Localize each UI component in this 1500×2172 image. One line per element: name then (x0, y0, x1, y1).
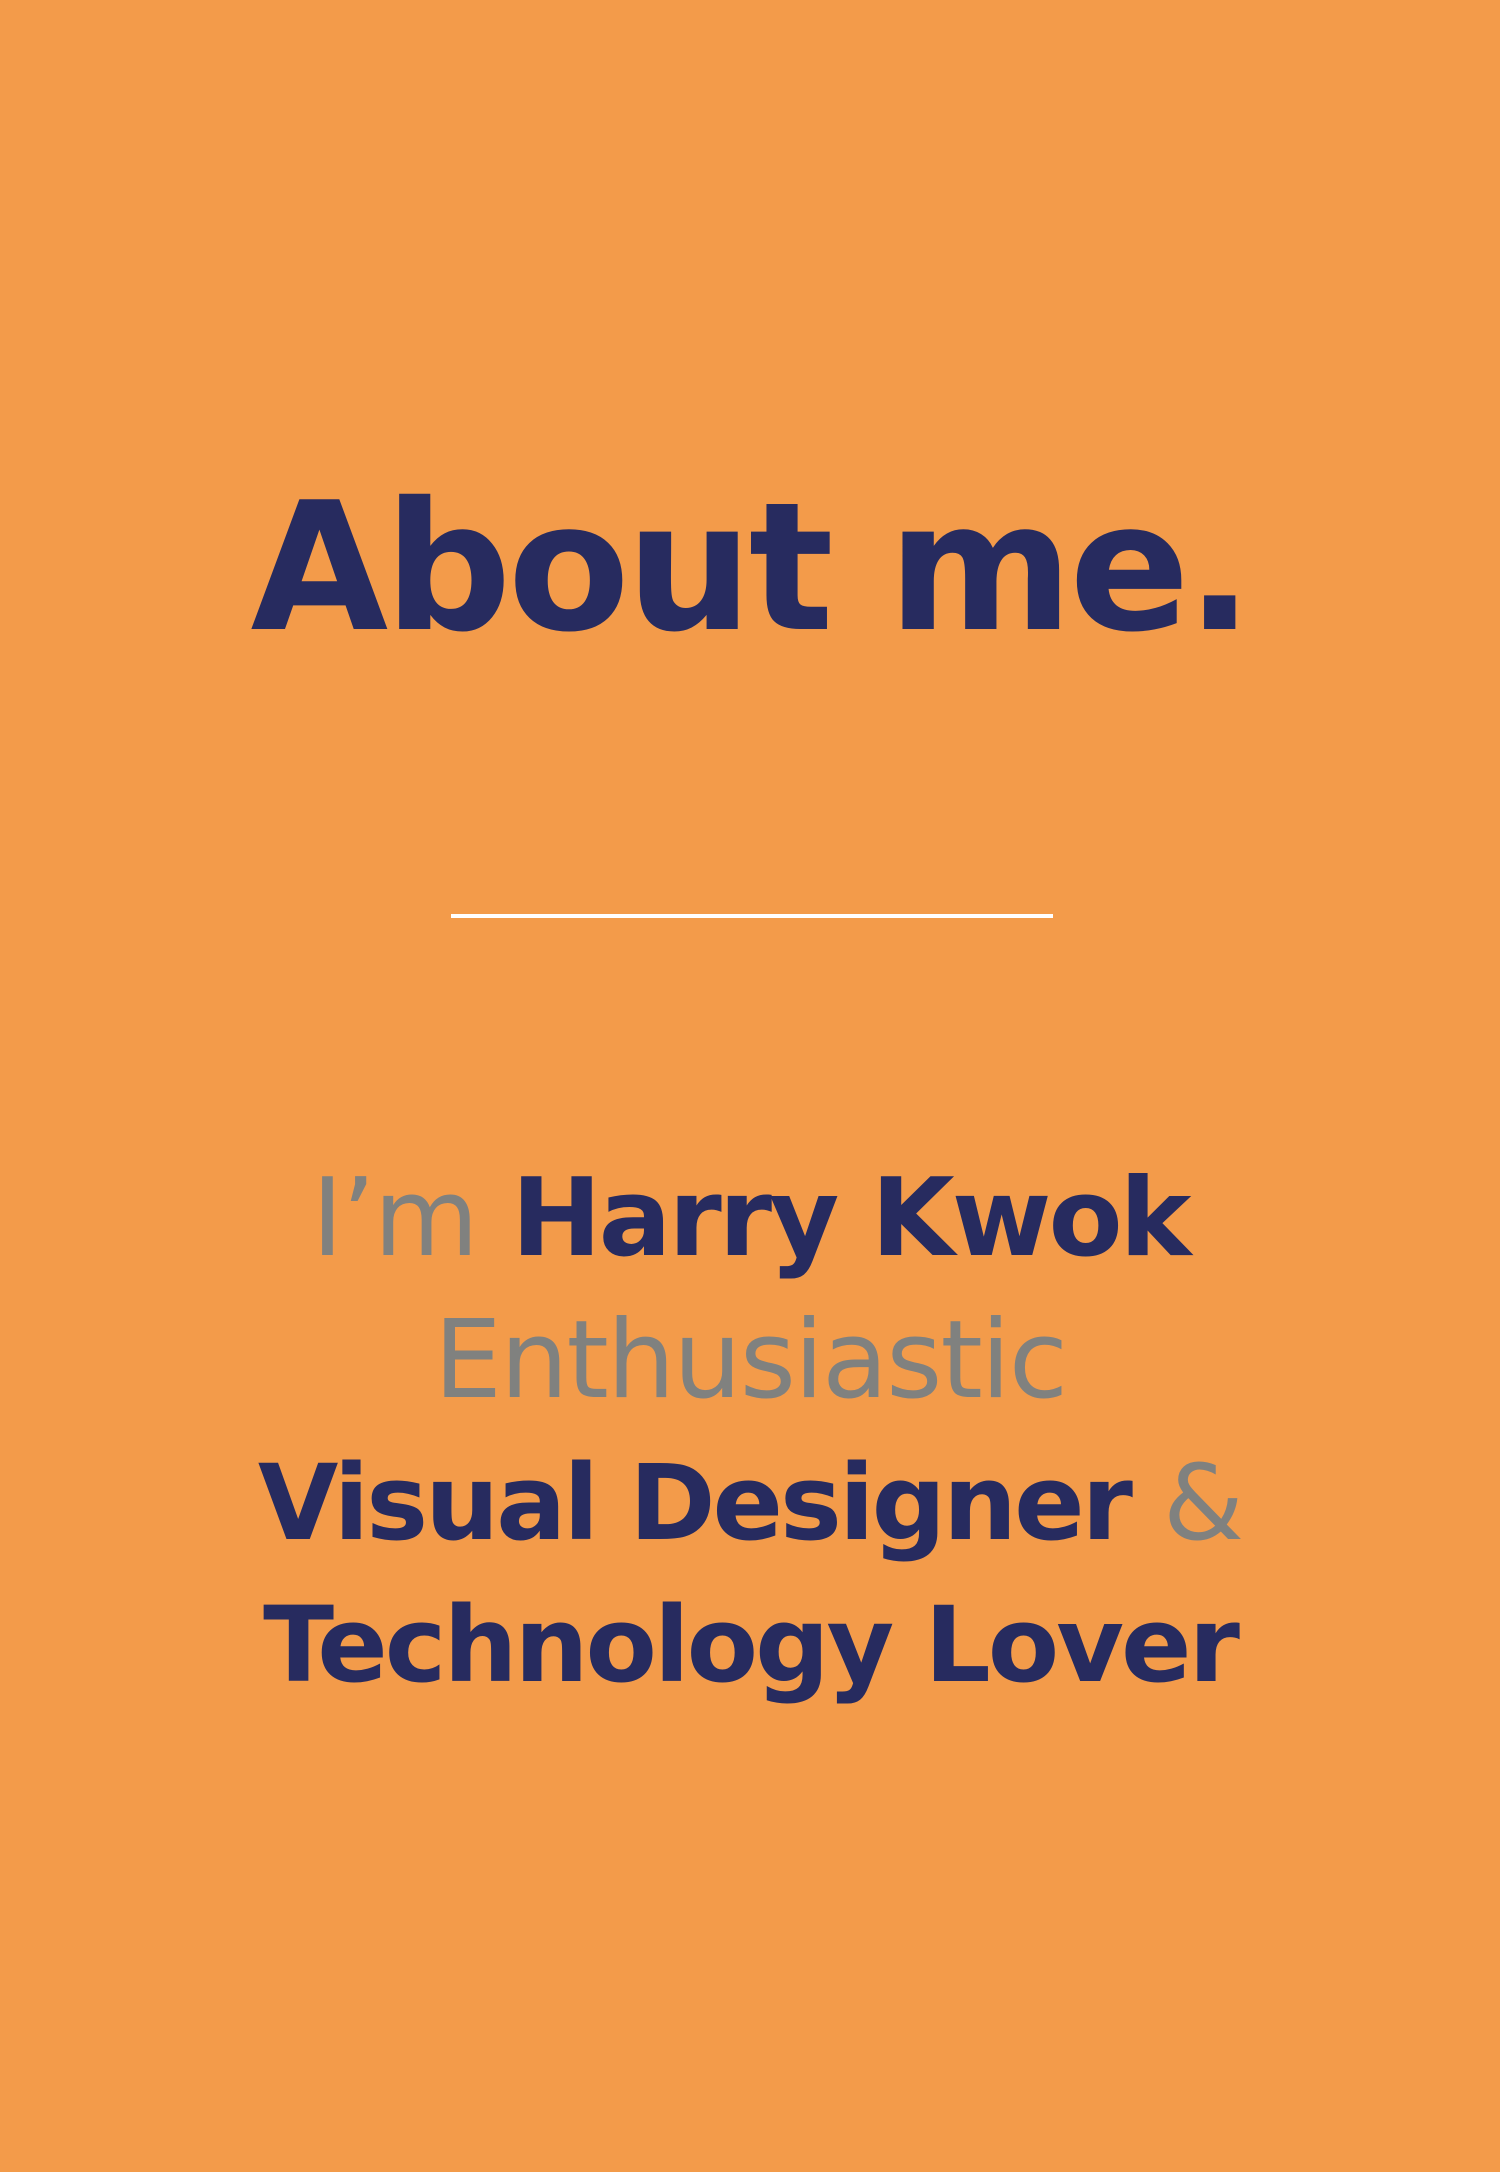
intro-prefix: I’m (311, 1156, 478, 1281)
section-divider (451, 914, 1053, 918)
intro-line-role-1: Visual Designer & (0, 1432, 1500, 1574)
about-page: About me. I’m Harry Kwok Enthusiastic Vi… (0, 0, 1500, 2172)
intro-block: I’m Harry Kwok Enthusiastic Visual Desig… (0, 1148, 1500, 1716)
intro-role-visual-designer: Visual Designer (257, 1442, 1133, 1564)
intro-line-role-2: Technology Lover (0, 1574, 1500, 1716)
intro-line-name: I’m Harry Kwok (0, 1148, 1500, 1290)
intro-ampersand: & (1162, 1442, 1244, 1564)
intro-line-adjective: Enthusiastic (0, 1290, 1500, 1432)
page-title: About me. (250, 464, 1253, 671)
intro-role-technology-lover: Technology Lover (263, 1584, 1240, 1706)
intro-adjective: Enthusiastic (433, 1298, 1068, 1423)
intro-name: Harry Kwok (511, 1156, 1191, 1281)
